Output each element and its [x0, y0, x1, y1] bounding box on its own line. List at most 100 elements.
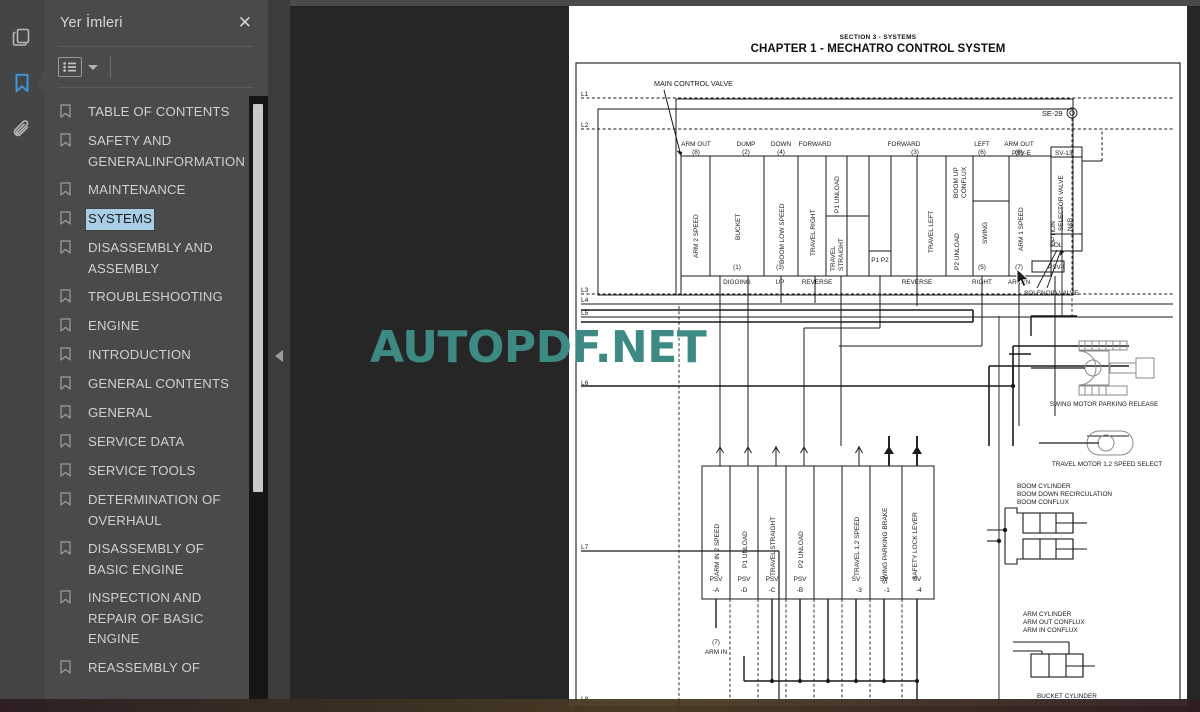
svg-text:SV-13: SV-13	[1055, 150, 1073, 157]
pdf-viewer-window: Yer İmleri ✕ TABLE OF CONTENTS SAFETY AND…	[0, 0, 1200, 712]
bookmark-flag-icon	[60, 434, 78, 453]
bookmark-item[interactable]: TROUBLESHOOTING	[44, 283, 268, 312]
svg-text:STRAIGHT: STRAIGHT	[838, 238, 845, 271]
bookmark-item[interactable]: MAINTENANCE	[44, 176, 268, 205]
svg-text:SWING PARKING BRAKE: SWING PARKING BRAKE	[882, 507, 889, 584]
bookmark-item[interactable]: REASSEMBLY OF	[44, 654, 268, 683]
bookmark-item[interactable]: GENERAL CONTENTS	[44, 370, 268, 399]
bookmark-flag-icon	[60, 347, 78, 366]
svg-text:SE-29: SE-29	[1042, 109, 1063, 118]
svg-text:(4): (4)	[777, 149, 785, 156]
document-viewer: SECTION 3 - SYSTEMS CHAPTER 1 - MECHATRO…	[290, 0, 1200, 712]
svg-text:TRAVEL STRAIGHT: TRAVEL STRAIGHT	[770, 517, 777, 576]
bookmark-item-label: SERVICE DATA	[88, 434, 185, 449]
bookmark-flag-icon	[60, 104, 78, 123]
svg-text:(3): (3)	[911, 149, 919, 156]
sidebar-icon-rail	[0, 0, 47, 712]
bookmarks-panel-header: Yer İmleri ✕	[44, 0, 268, 46]
list-view-icon[interactable]	[58, 57, 82, 77]
chevron-down-icon[interactable]	[88, 64, 98, 70]
svg-text:TRAVEL RIGHT: TRAVEL RIGHT	[810, 209, 817, 256]
svg-text:-4: -4	[916, 587, 922, 594]
bookmark-flag-icon	[60, 133, 78, 152]
bookmark-flag-icon	[60, 405, 78, 424]
svg-text:BOOM LOW SPEED: BOOM LOW SPEED	[779, 203, 786, 264]
bookmark-item-label: REASSEMBLY OF	[88, 659, 201, 675]
svg-text:P2 UNLOAD: P2 UNLOAD	[954, 233, 961, 270]
svg-text:ARM OUT CONFLUX: ARM OUT CONFLUX	[1023, 619, 1085, 626]
swing-motor-label: SWING MOTOR PARKING RELEASE	[1050, 401, 1158, 408]
svg-text:(8): (8)	[692, 149, 700, 156]
bookmark-item[interactable]: ENGINE	[44, 312, 268, 341]
svg-text:SAFETY LOCK LEVER: SAFETY LOCK LEVER	[912, 512, 919, 580]
svg-text:TRAVEL LEFT: TRAVEL LEFT	[928, 211, 935, 253]
bookmark-list[interactable]: TABLE OF CONTENTS SAFETY AND GENERALINFOR…	[44, 90, 268, 712]
bookmark-item[interactable]: DISASSEMBLY OF BASIC ENGINE	[44, 535, 268, 584]
bookmark-flag-icon	[60, 182, 78, 201]
sidebar-collapse-button[interactable]	[268, 0, 290, 712]
svg-text:SWING: SWING	[982, 222, 989, 244]
svg-text:UP: UP	[776, 279, 785, 286]
bookmark-flag-icon	[60, 659, 78, 679]
svg-text:ARM 2 SPEED: ARM 2 SPEED	[693, 214, 700, 258]
svg-text:L4: L4	[581, 297, 589, 304]
svg-text:P2 UNLOAD: P2 UNLOAD	[798, 531, 805, 568]
bookmark-item-label: ENGINE	[88, 318, 140, 333]
svg-text:ARM OUT: ARM OUT	[1004, 141, 1034, 148]
panel-title: Yer İmleri	[60, 15, 123, 31]
svg-text:ARM IN: ARM IN	[705, 649, 728, 656]
svg-text:REVERSE: REVERSE	[802, 279, 833, 286]
bookmark-icon[interactable]	[2, 60, 47, 106]
bookmark-item[interactable]: INSPECTION AND REPAIR OF BASIC ENGINE	[44, 584, 268, 654]
svg-text:DOWN: DOWN	[771, 141, 792, 148]
bookmark-item[interactable]: GENERAL	[44, 399, 268, 428]
bookmark-item-label: DISASSEMBLY OF BASIC ENGINE	[88, 541, 204, 577]
svg-text:(7): (7)	[712, 639, 720, 646]
svg-text:SOL: SOL	[1050, 242, 1063, 249]
svg-text:ARM OUT: ARM OUT	[681, 141, 711, 148]
bookmark-item[interactable]: INTRODUCTION	[44, 341, 268, 370]
bookmark-item-label: MAINTENANCE	[88, 182, 186, 197]
svg-text:P1 UNLOAD: P1 UNLOAD	[742, 531, 749, 568]
svg-text:SV: SV	[880, 576, 889, 583]
bookmark-item[interactable]: DETERMINATION OF OVERHAUL	[44, 486, 268, 535]
pdf-page: SECTION 3 - SYSTEMS CHAPTER 1 - MECHATRO…	[569, 6, 1187, 706]
bookmark-item-label: SERVICE TOOLS	[88, 463, 196, 478]
svg-text:-A: -A	[713, 587, 720, 594]
bookmark-item[interactable]: SAFETY AND GENERALINFORMATION	[44, 127, 268, 176]
bookmark-item[interactable]: TABLE OF CONTENTS	[44, 98, 268, 127]
svg-text:MAIN CONTROL VALVE: MAIN CONTROL VALVE	[654, 79, 733, 88]
thumbnails-icon[interactable]	[2, 14, 42, 60]
svg-text:FORWARD: FORWARD	[888, 141, 921, 148]
bookmark-item-label: GENERAL CONTENTS	[88, 376, 230, 391]
bookmark-item[interactable]: SYSTEMS	[44, 205, 268, 234]
bookmark-flag-icon	[60, 590, 78, 609]
svg-text:L2: L2	[581, 122, 589, 129]
svg-text:-3: -3	[856, 587, 862, 594]
bookmark-flag-icon	[60, 541, 78, 560]
svg-text:PSV-E: PSV-E	[1012, 150, 1031, 157]
bookmark-item[interactable]: DISASSEMBLY AND ASSEMBLY	[44, 234, 268, 283]
close-icon[interactable]: ✕	[234, 12, 256, 35]
bookmark-flag-icon	[60, 463, 78, 482]
svg-text:TRAVEL 1,2 SPEED: TRAVEL 1,2 SPEED	[854, 516, 861, 576]
bookmark-item[interactable]: SERVICE TOOLS	[44, 457, 268, 486]
svg-text:(1): (1)	[733, 264, 741, 271]
svg-text:(6): (6)	[978, 149, 986, 156]
bookmark-item[interactable]: SERVICE DATA	[44, 428, 268, 457]
bookmarks-scrollbar-thumb[interactable]	[253, 104, 263, 492]
bookmark-flag-icon	[60, 492, 78, 511]
svg-text:L5: L5	[581, 310, 589, 317]
svg-text:CONFLUX: CONFLUX	[961, 166, 968, 198]
bookmark-flag-icon	[60, 211, 78, 230]
svg-text:L1: L1	[581, 91, 589, 98]
bookmark-flag-icon	[60, 318, 78, 337]
svg-text:(2): (2)	[742, 149, 750, 156]
svg-text:FORWARD: FORWARD	[799, 141, 832, 148]
chevron-left-icon	[275, 350, 283, 362]
svg-text:-C: -C	[769, 587, 776, 594]
svg-text:PSV: PSV	[710, 576, 724, 583]
svg-text:SELECTOR VALVE: SELECTOR VALVE	[1058, 175, 1065, 231]
attachment-icon[interactable]	[2, 106, 42, 152]
svg-text:ARM CYLINDER: ARM CYLINDER	[1023, 611, 1072, 618]
